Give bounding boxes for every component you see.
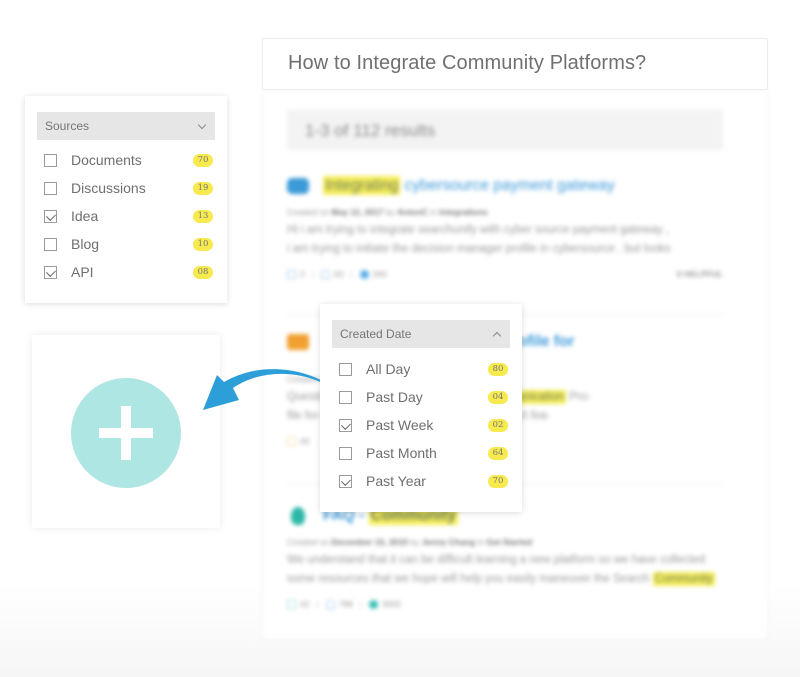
checkbox[interactable] xyxy=(44,209,57,223)
chat-bubble-icon xyxy=(287,178,309,194)
filter-option-discussions[interactable]: Discussions 19 xyxy=(44,177,213,199)
sources-filter: Sources Documents 70 Discussions 19 Idea… xyxy=(25,96,227,303)
result-meta: Created on May 12, 2017 by AntonC in Int… xyxy=(287,207,488,217)
filter-option-api[interactable]: API 08 xyxy=(44,261,213,283)
checkbox[interactable] xyxy=(44,181,57,195)
add-button[interactable] xyxy=(71,378,181,488)
book-icon xyxy=(287,334,309,350)
checkbox[interactable] xyxy=(44,153,57,167)
count-badge: 04 xyxy=(488,390,508,404)
count-badge: 70 xyxy=(193,153,213,167)
add-filter-card xyxy=(32,335,220,528)
created-date-filter-title: Created Date xyxy=(340,327,412,341)
result-snippet: Hi i am trying to integrate searchunify … xyxy=(287,224,671,255)
checkbox[interactable] xyxy=(44,237,57,251)
eye-icon xyxy=(359,269,369,279)
result-title-link[interactable]: Integrating cybersource payment gateway xyxy=(323,176,615,195)
filter-option-past-day[interactable]: Past Day 04 xyxy=(339,386,508,408)
result-stats: 2 | 63 | 340 0 HELPFUL xyxy=(287,269,723,279)
result-stats: 42 | 798 | 3055 xyxy=(287,599,723,609)
comment-icon xyxy=(287,269,296,279)
checkbox[interactable] xyxy=(339,362,352,376)
count-badge: 02 xyxy=(488,418,508,432)
result-snippet: We understand that it can be difficult l… xyxy=(287,554,715,586)
eye-icon xyxy=(369,599,379,609)
like-icon xyxy=(325,599,335,609)
comment-icon xyxy=(287,436,296,446)
checkbox[interactable] xyxy=(339,474,352,488)
filter-option-blog[interactable]: Blog 10 xyxy=(44,233,213,255)
count-badge: 80 xyxy=(488,362,508,376)
result-item: FAQ - Community Created on December 15, … xyxy=(287,504,723,609)
created-date-filter-header[interactable]: Created Date xyxy=(332,320,510,348)
checkbox[interactable] xyxy=(339,390,352,404)
like-icon xyxy=(320,269,330,279)
filter-option-idea[interactable]: Idea 13 xyxy=(44,205,213,227)
count-badge: 10 xyxy=(193,237,213,251)
count-badge: 64 xyxy=(488,446,508,460)
count-badge: 13 xyxy=(193,209,213,223)
filter-option-documents[interactable]: Documents 70 xyxy=(44,149,213,171)
chevron-down-icon[interactable] xyxy=(197,121,207,131)
created-date-filter: Created Date All Day 80 Past Day 04 Past… xyxy=(320,304,522,512)
sources-filter-title: Sources xyxy=(45,119,90,133)
checkbox[interactable] xyxy=(44,265,57,279)
lightbulb-icon xyxy=(291,507,305,525)
results-count: 1-3 of 112 results xyxy=(287,110,723,150)
count-badge: 70 xyxy=(488,474,508,488)
search-title-card: How to Integrate Community Platforms? xyxy=(262,38,768,90)
result-item: Integrating cybersource payment gateway … xyxy=(287,174,723,279)
page-title: How to Integrate Community Platforms? xyxy=(288,52,647,74)
filter-option-past-month[interactable]: Past Month 64 xyxy=(339,442,508,464)
count-badge: 19 xyxy=(193,181,213,195)
chevron-up-icon[interactable] xyxy=(492,329,502,339)
result-meta: Created on December 15, 2015 by Jenny Ch… xyxy=(287,537,533,547)
helpful-count[interactable]: 0 HELPFUL xyxy=(677,269,723,279)
comment-icon xyxy=(287,599,296,609)
checkbox[interactable] xyxy=(339,446,352,460)
checkbox[interactable] xyxy=(339,418,352,432)
filter-option-past-year[interactable]: Past Year 70 xyxy=(339,470,508,492)
count-badge: 08 xyxy=(193,265,213,279)
filter-option-past-week[interactable]: Past Week 02 xyxy=(339,414,508,436)
sources-filter-header[interactable]: Sources xyxy=(37,112,215,140)
filter-option-all-day[interactable]: All Day 80 xyxy=(339,358,508,380)
